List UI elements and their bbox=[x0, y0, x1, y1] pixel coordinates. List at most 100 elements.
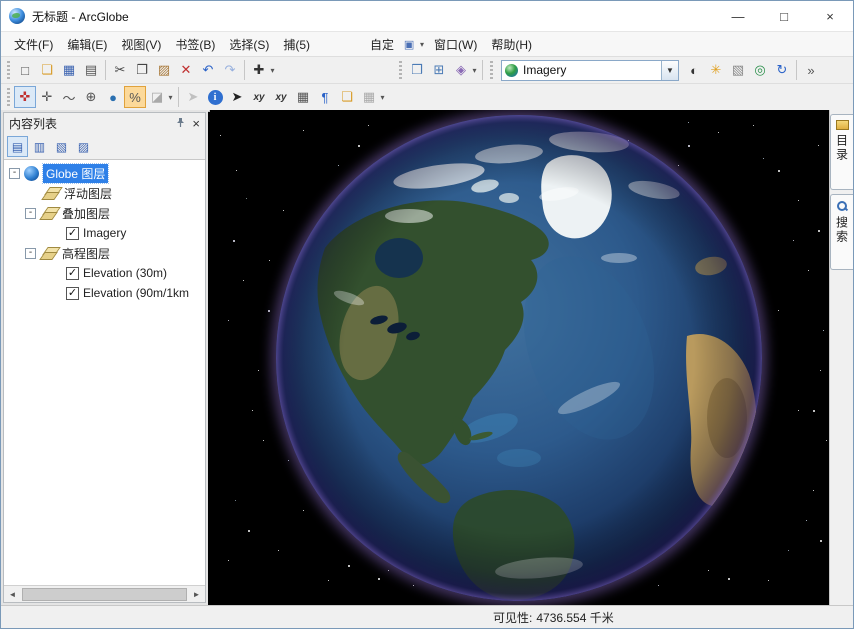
identify-button[interactable]: i bbox=[204, 86, 226, 108]
layers-icon bbox=[40, 207, 58, 220]
visibility-status: 可见性:4736.554 千米 bbox=[493, 609, 614, 626]
contrast-button[interactable]: ◐ bbox=[683, 59, 705, 81]
scroll-left-icon[interactable]: ◄ bbox=[4, 586, 21, 603]
menu-window[interactable]: 窗口(W) bbox=[427, 33, 484, 56]
globe-3d-dropdown-icon[interactable]: ▾ bbox=[470, 66, 479, 75]
tools-toolbar: ✜ ✛ ～ ⊕ ● % ◪ ▾ ➤ i ➤ xy xy ▦ ¶ ❏ ▦ ▾ bbox=[1, 83, 853, 110]
scroll-thumb[interactable] bbox=[22, 588, 187, 601]
print-button[interactable]: ▤ bbox=[80, 59, 102, 81]
main-area: 内容列表 × ▤ ▥ ▧ ▨ - Globe 图层 浮动图层 bbox=[1, 110, 853, 605]
list-by-visibility-button[interactable]: ▧ bbox=[51, 136, 72, 157]
select-elements-button[interactable]: ➤ bbox=[226, 86, 248, 108]
toolbar-grip[interactable] bbox=[490, 61, 493, 79]
collapse-icon[interactable]: - bbox=[9, 168, 20, 179]
add-data-button[interactable]: ✚ bbox=[248, 59, 270, 81]
add-xy-button[interactable]: xy bbox=[270, 86, 292, 108]
titlebar: 无标题 - ArcGlobe — □ × bbox=[1, 1, 853, 31]
menu-customize[interactable]: 自定 bbox=[363, 33, 401, 56]
statusbar: 可见性:4736.554 千米 bbox=[1, 605, 853, 628]
redo-button[interactable]: ↷ bbox=[219, 59, 241, 81]
split-window-button[interactable]: ⊞ bbox=[428, 59, 450, 81]
tree-item-floating-layers[interactable]: 浮动图层 bbox=[4, 183, 205, 203]
tree-item-draped-layers[interactable]: - 叠加图层 bbox=[4, 203, 205, 223]
tree-item-label: 高程图层 bbox=[62, 245, 110, 262]
toc-close-icon[interactable]: × bbox=[192, 116, 200, 131]
starfield-bright bbox=[208, 110, 210, 112]
copy-button[interactable]: ❐ bbox=[131, 59, 153, 81]
menu-edit[interactable]: 编辑(E) bbox=[60, 33, 114, 56]
toolbar-grip[interactable] bbox=[7, 88, 10, 106]
menu-bookmarks[interactable]: 书签(B) bbox=[168, 33, 222, 56]
globe-3d-view-button[interactable]: ◈ bbox=[450, 59, 472, 81]
cut-button[interactable]: ✂ bbox=[109, 59, 131, 81]
transparency-button[interactable]: ▧ bbox=[727, 59, 749, 81]
tree-item-elevation-30m[interactable]: ✓ Elevation (30m) bbox=[4, 263, 205, 283]
maximize-button[interactable]: □ bbox=[761, 1, 807, 31]
tree-item-imagery[interactable]: ✓ Imagery bbox=[4, 223, 205, 243]
html-popup-button[interactable]: ¶ bbox=[314, 86, 336, 108]
collapse-icon[interactable]: - bbox=[25, 248, 36, 259]
goto-xy-button[interactable]: xy bbox=[248, 86, 270, 108]
catalog-icon bbox=[836, 120, 849, 130]
imagery-checkbox[interactable]: ✓ bbox=[66, 227, 79, 240]
menu-snap[interactable]: 捕(5) bbox=[276, 33, 317, 56]
toolbar-grip[interactable] bbox=[399, 61, 402, 79]
collapse-icon[interactable]: - bbox=[25, 208, 36, 219]
tab-catalog[interactable]: 目录 bbox=[830, 114, 853, 190]
scroll-right-icon[interactable]: ► bbox=[188, 586, 205, 603]
tab-search[interactable]: 搜索 bbox=[830, 194, 853, 270]
save-button[interactable]: ▦ bbox=[58, 59, 80, 81]
new-document-button[interactable]: □ bbox=[14, 59, 36, 81]
menu-view[interactable]: 视图(V) bbox=[114, 33, 168, 56]
identify-icon: i bbox=[208, 90, 223, 105]
pin-icon[interactable] bbox=[175, 117, 186, 131]
toc-toolbar: ▤ ▥ ▧ ▨ bbox=[4, 134, 205, 159]
viewer-window-button[interactable]: ❒ bbox=[406, 59, 428, 81]
toolbar-grip[interactable] bbox=[7, 61, 10, 79]
tree-item-elevation-90m[interactable]: ✓ Elevation (90m/1km bbox=[4, 283, 205, 303]
fly-tool-button[interactable]: ～ bbox=[58, 86, 80, 108]
center-target-button[interactable]: ⊕ bbox=[80, 86, 102, 108]
minimize-button[interactable]: — bbox=[715, 1, 761, 31]
menu-toolbar-icon[interactable]: ▣ bbox=[401, 36, 417, 52]
open-table-button[interactable]: ▦ bbox=[292, 86, 314, 108]
menu-file[interactable]: 文件(F) bbox=[7, 33, 60, 56]
layer-combo-dropdown-icon[interactable]: ▼ bbox=[661, 61, 678, 80]
full-globe-button[interactable]: ◎ bbox=[749, 59, 771, 81]
toolbar-separator bbox=[178, 87, 179, 107]
menu-selection[interactable]: 选择(S) bbox=[222, 33, 276, 56]
tree-item-globe-layers[interactable]: - Globe 图层 bbox=[4, 163, 205, 183]
list-by-drawing-order-button[interactable]: ▤ bbox=[7, 136, 28, 157]
brightness-button[interactable]: ✳ bbox=[705, 59, 727, 81]
full-extent-globe-button[interactable]: ● bbox=[102, 86, 124, 108]
add-data-dropdown-icon[interactable]: ▾ bbox=[268, 66, 277, 75]
zoom-percent-button[interactable]: % bbox=[124, 86, 146, 108]
toolbar-separator bbox=[796, 60, 797, 80]
close-button[interactable]: × bbox=[807, 1, 853, 31]
delete-button[interactable]: ✕ bbox=[175, 59, 197, 81]
tree-item-elevation-layers[interactable]: - 高程图层 bbox=[4, 243, 205, 263]
list-by-source-button[interactable]: ▥ bbox=[29, 136, 50, 157]
paste-button[interactable]: ▨ bbox=[153, 59, 175, 81]
pan-tool-button[interactable]: ✛ bbox=[36, 86, 58, 108]
spin-globe-button[interactable]: ↻ bbox=[771, 59, 793, 81]
menu-dropdown-icon[interactable]: ▾ bbox=[417, 40, 427, 49]
toolbar-overflow-chevron-icon[interactable]: » bbox=[800, 59, 822, 81]
globe-viewport[interactable] bbox=[208, 110, 829, 605]
select-cursor-button[interactable]: ➤ bbox=[182, 86, 204, 108]
elevation-90m-checkbox[interactable]: ✓ bbox=[66, 287, 79, 300]
open-button[interactable]: ❏ bbox=[36, 59, 58, 81]
toc-horizontal-scrollbar[interactable]: ◄ ► bbox=[4, 585, 205, 602]
list-options-button[interactable]: ▨ bbox=[73, 136, 94, 157]
undo-button[interactable]: ↶ bbox=[197, 59, 219, 81]
menu-help[interactable]: 帮助(H) bbox=[484, 33, 539, 56]
tree-item-label: Globe 图层 bbox=[43, 164, 108, 183]
graphics-mode-button[interactable]: ◪ bbox=[146, 86, 168, 108]
navigate-tool-button[interactable]: ✜ bbox=[14, 86, 36, 108]
toc-title: 内容列表 bbox=[9, 115, 169, 132]
extra-grid-button[interactable]: ▦ bbox=[358, 86, 380, 108]
earth-globe[interactable] bbox=[259, 110, 779, 605]
layer-combo[interactable]: Imagery ▼ bbox=[501, 60, 679, 81]
catalog-folder-button[interactable]: ❏ bbox=[336, 86, 358, 108]
elevation-30m-checkbox[interactable]: ✓ bbox=[66, 267, 79, 280]
